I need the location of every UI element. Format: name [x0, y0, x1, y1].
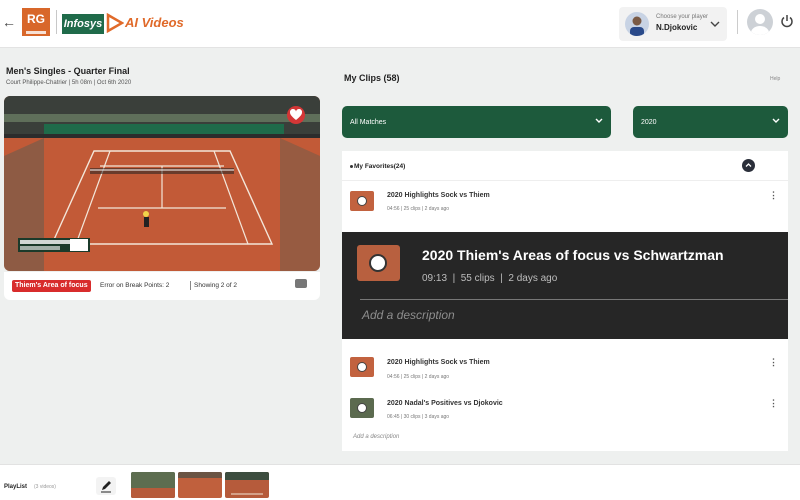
match-filter-dropdown[interactable]: All Matches — [342, 106, 611, 138]
match-subtitle: Court Philippe-Chatrier | 5h 08m | Oct 6… — [6, 80, 132, 86]
more-options-icon[interactable]: ⋮ — [769, 357, 778, 368]
favorites-label: My Favorites(24) — [354, 163, 406, 170]
clip-title: 2020 Highlights Sock vs Thiem — [387, 359, 490, 366]
list-item[interactable]: 2020 Highlights Sock vs Thiem 04:56 | 25… — [342, 353, 788, 393]
help-link[interactable]: Help — [770, 76, 780, 82]
selected-clip-meta: 09:13 | 55 clips | 2 days ago — [422, 273, 558, 284]
play-icon — [357, 362, 367, 372]
clip-duration: 09:13 — [422, 273, 448, 284]
description-input[interactable]: Add a description — [362, 308, 455, 322]
player-caption: Choose your player — [656, 14, 709, 20]
play-icon — [357, 403, 367, 413]
power-icon[interactable] — [780, 14, 794, 28]
clip-meta: 04:56 | 25 clips | 2 days ago — [387, 374, 450, 380]
player-avatar — [625, 12, 649, 36]
list-item[interactable]: 2020 Highlights Sock vs Thiem 04:56 | 25… — [342, 187, 788, 227]
clip-title: 2020 Nadal's Positives vs Djokovic — [387, 400, 503, 407]
description-underline — [360, 299, 788, 300]
match-title: Men's Singles - Quarter Final — [6, 66, 130, 76]
more-options-icon[interactable]: ⋮ — [769, 398, 778, 409]
chevron-up-icon — [745, 163, 752, 167]
chevron-down-icon — [710, 21, 720, 27]
header-divider — [737, 10, 738, 34]
clip-count: 30 clips — [403, 414, 421, 420]
playlist-thumbnail[interactable] — [225, 472, 269, 498]
clip-meta: 04:56 | 25 clips | 2 days ago — [387, 206, 450, 212]
infosys-logo: Infosys — [62, 14, 104, 34]
playlist-thumbnail[interactable] — [131, 472, 175, 498]
clip-duration: 06:45 — [387, 414, 400, 420]
clip-count: 55 clips — [460, 273, 495, 284]
playlist-count: (3 videos) — [34, 484, 56, 490]
clip-thumbnail — [350, 191, 374, 211]
clip-thumbnail — [350, 398, 374, 418]
break-point-info: Error on Break Points: 2 — [100, 282, 170, 289]
rg-logo-text: RG — [27, 12, 45, 26]
playlist-label: PlayList — [4, 484, 28, 490]
selected-clip-title: 2020 Thiem's Areas of focus vs Schwartzm… — [422, 247, 724, 263]
list-item[interactable]: 2020 Nadal's Positives vs Djokovic 06:45… — [342, 394, 788, 434]
playlist-thumbnail[interactable] — [178, 472, 222, 498]
pause-icon[interactable] — [369, 254, 387, 272]
edit-playlist-button[interactable] — [96, 477, 116, 495]
player-name: N.Djokovic — [656, 23, 698, 32]
match-filter-value: All Matches — [350, 119, 387, 126]
chevron-down-icon — [595, 118, 603, 123]
clip-count: 25 clips — [403, 374, 421, 380]
clip-age: 2 days ago — [424, 374, 450, 380]
focus-tag[interactable]: Thiem's Area of focus — [12, 280, 91, 292]
comment-icon[interactable] — [295, 279, 307, 288]
play-logo-icon — [106, 13, 124, 33]
clip-thumbnail — [357, 245, 400, 281]
clip-duration: 04:56 — [387, 206, 400, 212]
rg-logo[interactable]: RG — [22, 8, 50, 36]
showing-count: Showing 2 of 2 — [194, 282, 238, 289]
clip-age: 2 days ago — [424, 206, 450, 212]
caption-divider — [190, 281, 191, 290]
brand-title: AI Videos — [125, 15, 184, 30]
app-header: ← RG Infosys AI Videos Choose your playe… — [0, 0, 800, 48]
user-avatar-icon[interactable] — [747, 9, 773, 35]
pencil-icon — [101, 481, 111, 493]
more-options-icon[interactable]: ⋮ — [769, 190, 778, 201]
tennis-court-frame — [4, 96, 320, 271]
playlist-bar — [0, 464, 800, 500]
video-caption-bar: Thiem's Area of focus Error on Break Poi… — [4, 272, 320, 300]
clip-duration: 04:56 — [387, 374, 400, 380]
logo-divider — [56, 10, 57, 34]
collapse-button[interactable] — [742, 159, 755, 172]
year-filter-value: 2020 — [641, 119, 657, 126]
add-description-link[interactable]: Add a description — [353, 434, 399, 440]
bullet-icon — [350, 165, 353, 168]
favorites-header[interactable]: My Favorites(24) — [342, 151, 788, 181]
clip-age: 2 days ago — [508, 273, 558, 284]
clip-title: 2020 Highlights Sock vs Thiem — [387, 192, 490, 199]
clip-thumbnail — [350, 357, 374, 377]
chevron-down-icon — [772, 118, 780, 123]
back-arrow-icon[interactable]: ← — [2, 14, 16, 30]
favorite-heart-icon[interactable] — [287, 106, 305, 124]
video-player[interactable] — [4, 96, 320, 271]
play-icon — [357, 196, 367, 206]
clip-count: 25 clips — [403, 206, 421, 212]
selected-clip-card[interactable]: 2020 Thiem's Areas of focus vs Schwartzm… — [342, 232, 788, 339]
clip-meta: 06:45 | 30 clips | 3 days ago — [387, 414, 450, 420]
year-filter-dropdown[interactable]: 2020 — [633, 106, 788, 138]
clips-title: My Clips (58) — [344, 73, 400, 83]
clip-age: 3 days ago — [424, 414, 450, 420]
player-selector[interactable]: Choose your player N.Djokovic — [619, 7, 727, 41]
